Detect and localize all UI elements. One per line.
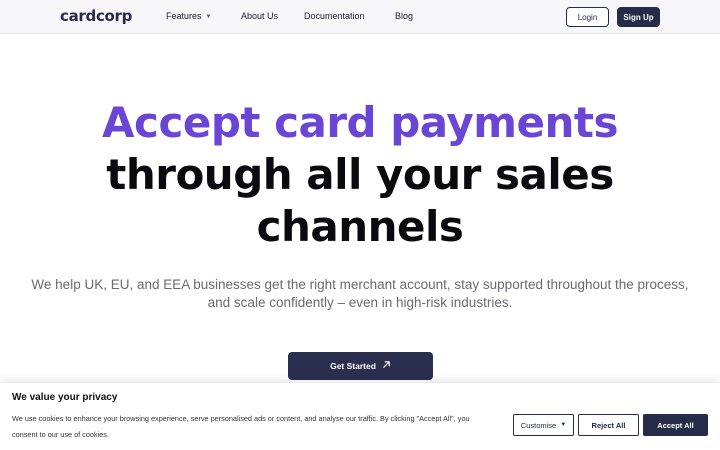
- cookie-consent-banner: We value your privacy We use cookies to …: [0, 383, 720, 450]
- caret-down-icon: ▼: [560, 422, 567, 428]
- hero-subtitle-line2: and scale confidently – even in high-ris…: [207, 295, 513, 310]
- nav-item-documentation[interactable]: Documentation: [304, 11, 365, 21]
- customise-button[interactable]: Customise ▼: [513, 414, 574, 436]
- arrow-up-right-icon: [382, 360, 391, 372]
- top-navigation: cardcorp Features ▼ About Us Documentatio…: [0, 0, 720, 34]
- nav-item-blog[interactable]: Blog: [395, 11, 413, 21]
- hero-title-line3: channels: [256, 202, 464, 251]
- reject-all-button[interactable]: Reject All: [578, 414, 639, 436]
- cookie-text-line2: consent to our use of cookies.: [12, 430, 109, 439]
- cookie-text-line1: We use cookies to enhance your browsing …: [12, 414, 470, 423]
- nav-item-label: Features: [166, 11, 202, 21]
- get-started-label: Get Started: [330, 361, 376, 371]
- hero-subtitle-line1: We help UK, EU, and EEA businesses get t…: [31, 277, 689, 292]
- hero-title-line2: through all your sales: [106, 150, 614, 199]
- sign-up-button[interactable]: Sign Up: [617, 7, 660, 27]
- cookie-description: We use cookies to enhance your browsing …: [12, 411, 507, 443]
- get-started-button[interactable]: Get Started: [288, 352, 433, 380]
- hero-title: Accept card payments through all your sa…: [0, 97, 720, 253]
- login-button[interactable]: Login: [566, 7, 609, 27]
- chevron-down-icon: ▼: [205, 14, 212, 20]
- nav-item-about-us[interactable]: About Us: [241, 11, 278, 21]
- customise-label: Customise: [520, 420, 557, 430]
- logo[interactable]: cardcorp: [60, 7, 132, 25]
- hero-subtitle: We help UK, EU, and EEA businesses get t…: [30, 276, 690, 312]
- cookie-title: We value your privacy: [12, 392, 118, 403]
- nav-item-features[interactable]: Features ▼: [166, 11, 211, 21]
- hero-title-accent: Accept card payments: [102, 98, 618, 147]
- accept-all-button[interactable]: Accept All: [643, 414, 708, 436]
